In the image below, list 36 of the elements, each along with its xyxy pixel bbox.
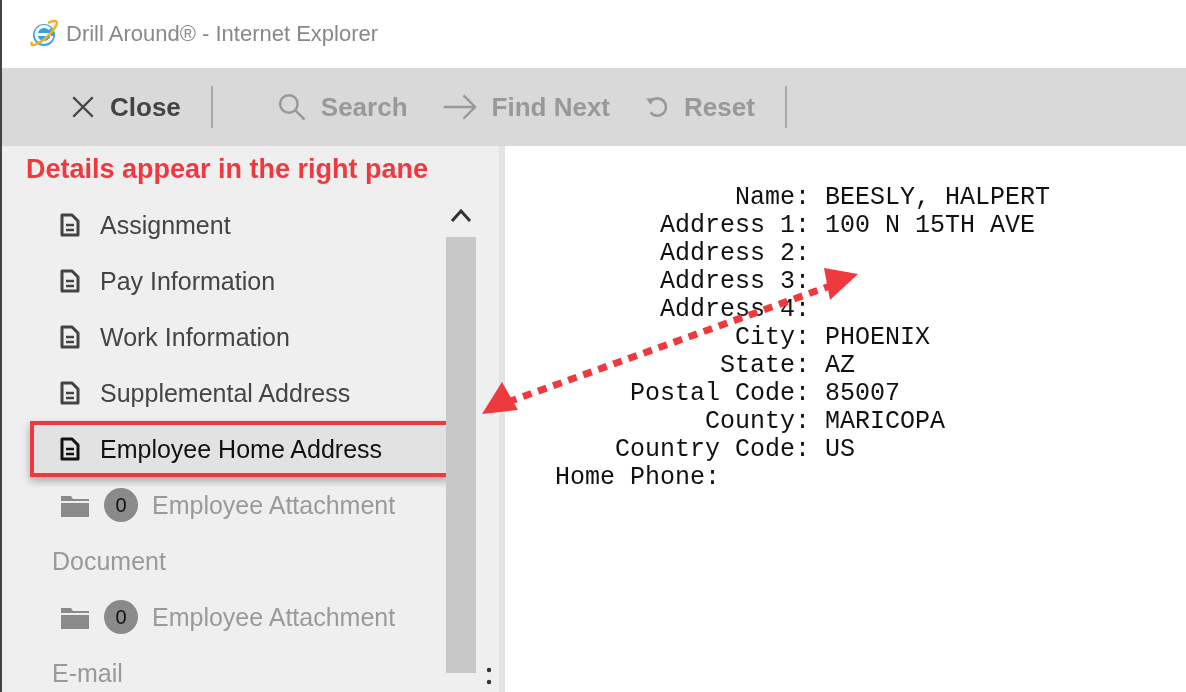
- detail-line: County: MARICOPA: [704, 408, 947, 436]
- scroll-up-icon[interactable]: [449, 207, 473, 223]
- detail-line: Address 1: 100 N 15TH AVE: [659, 212, 1037, 240]
- toolbar-button[interactable]: Close: [66, 85, 185, 129]
- close-icon: [70, 94, 96, 120]
- section-heading: E-mail: [51, 657, 124, 689]
- sidebar-item[interactable]: Pay Information: [40, 253, 432, 309]
- attachment-item[interactable]: 0 Employee Attachment: [40, 589, 432, 645]
- search-icon: [276, 92, 307, 122]
- detail-line: Country Code: US: [614, 436, 857, 464]
- detail-line: Postal Code: 85007: [629, 380, 902, 408]
- sidebar-item[interactable]: Work Information: [40, 309, 432, 365]
- detail-line: Address 4:: [659, 296, 812, 324]
- window-title: Drill Around® - Internet Explorer: [66, 21, 379, 47]
- reset-icon: [644, 94, 670, 120]
- section-heading: Document: [51, 545, 167, 577]
- detail-line: Address 2:: [659, 240, 812, 268]
- document-icon: [60, 381, 80, 405]
- sidebar-item[interactable]: Assignment: [40, 197, 432, 253]
- document-icon: [60, 269, 80, 293]
- detail-line: Home Phone:: [555, 464, 722, 492]
- count-badge: 0: [104, 600, 138, 634]
- more-icon[interactable]: [486, 666, 492, 686]
- detail-line: Name: BEESLY, HALPERT: [734, 184, 1052, 212]
- document-icon: [60, 437, 80, 461]
- detail-line: Address 3:: [659, 268, 812, 296]
- detail-line: State: AZ: [719, 352, 857, 380]
- sidebar-item[interactable]: Supplemental Address: [40, 365, 432, 421]
- annotation-text: Details appear in the right pane: [25, 154, 430, 185]
- detail-line: City: PHOENIX: [734, 324, 932, 352]
- document-icon: [60, 325, 80, 349]
- document-icon: [60, 213, 80, 237]
- right-arrow-icon: [441, 93, 478, 121]
- attachment-item[interactable]: 0 Employee Attachment: [40, 477, 432, 533]
- scrollbar-thumb[interactable]: [446, 237, 476, 673]
- count-badge: 0: [104, 488, 138, 522]
